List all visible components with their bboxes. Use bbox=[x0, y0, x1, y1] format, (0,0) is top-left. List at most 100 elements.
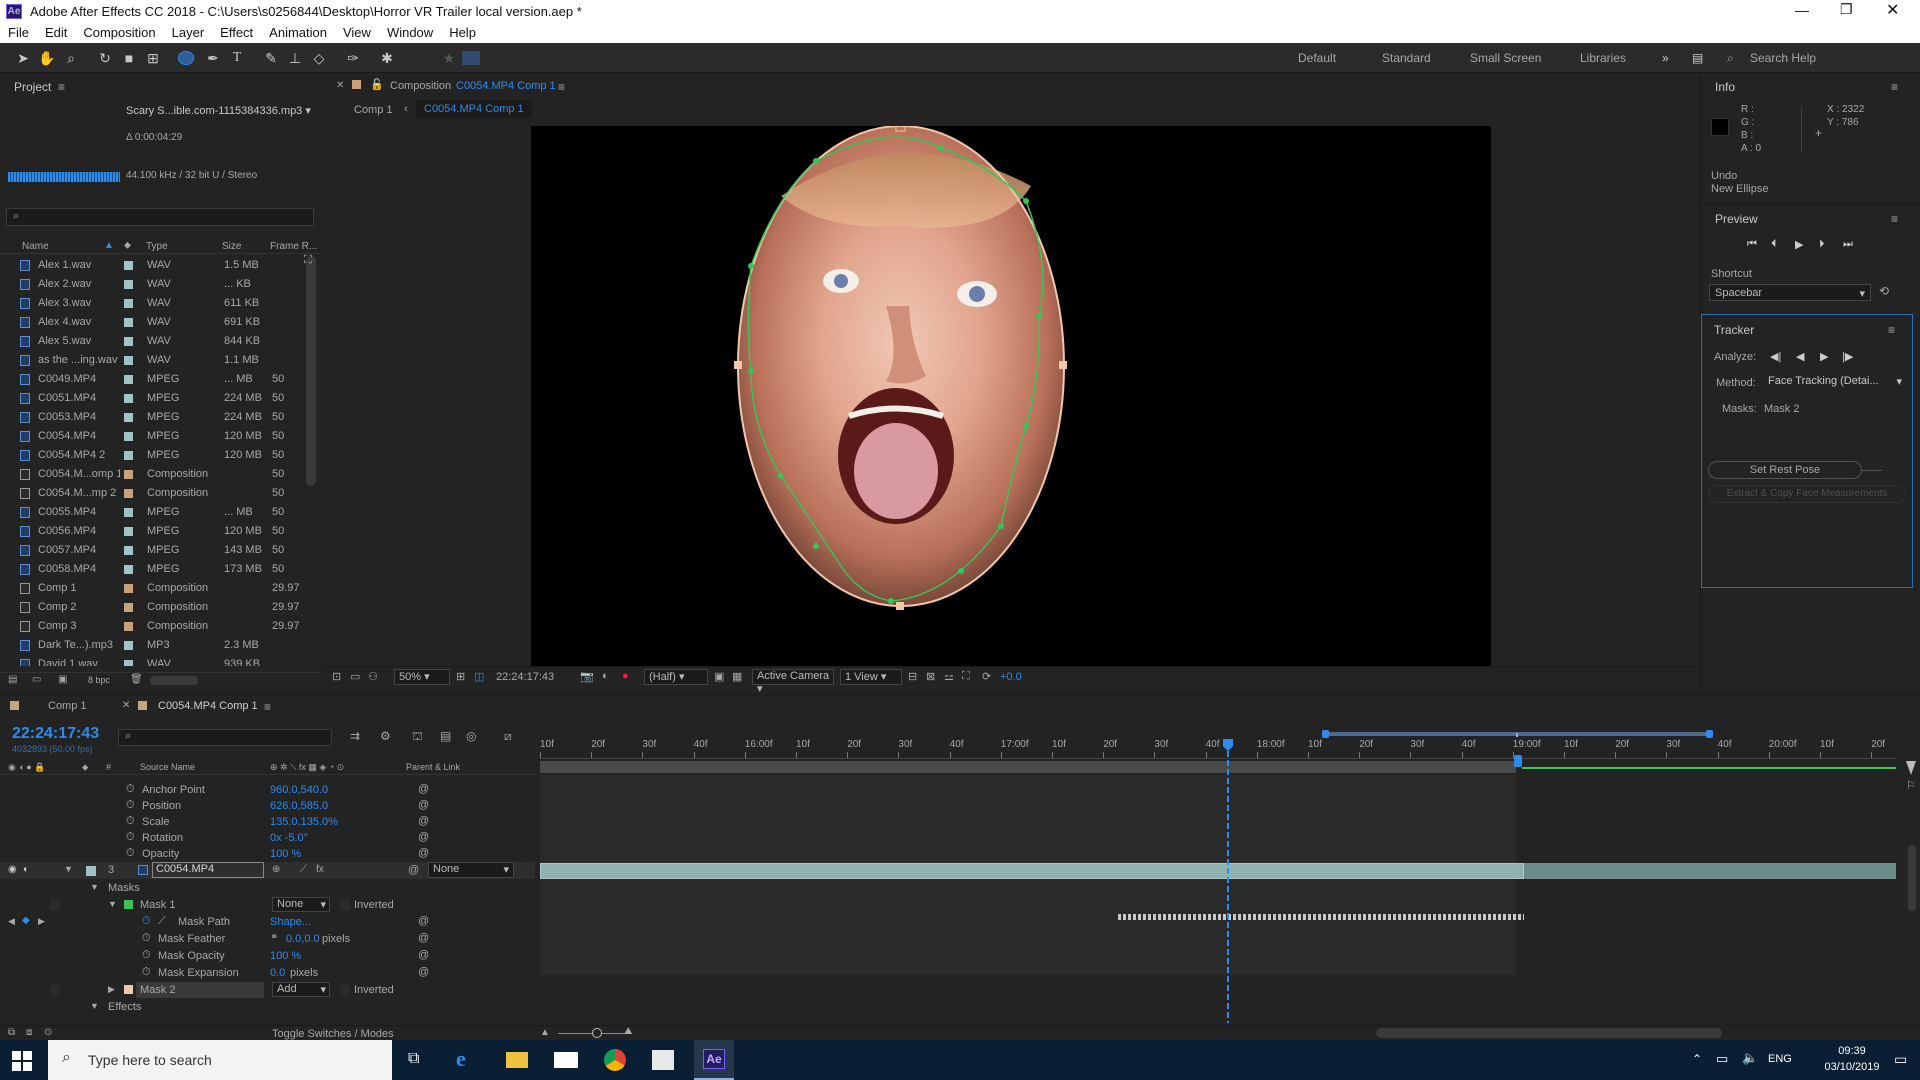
label-column-icon[interactable]: ⬥ bbox=[82, 762, 88, 773]
layer-twirl-icon[interactable]: ▼ bbox=[64, 864, 73, 874]
composition-viewer[interactable] bbox=[531, 121, 1491, 666]
new-composition-icon[interactable]: ▣ bbox=[58, 674, 67, 685]
stopwatch-icon[interactable]: ⏱ bbox=[126, 815, 135, 828]
region-of-interest-icon[interactable]: ▣ bbox=[714, 670, 724, 683]
timeline-timecode[interactable]: 22:24:17:43 bbox=[12, 725, 99, 743]
clock-date[interactable]: 03/10/2019 bbox=[1818, 1061, 1886, 1073]
shortcut-select[interactable]: Spacebar ▾ bbox=[1709, 284, 1871, 301]
mask-property-value[interactable]: 100 % bbox=[270, 950, 301, 962]
time-graph[interactable]: 10f 20f 30f 40f 16:00f 10f 20f 30f 40f 17:00f 10f 2… bbox=[540, 729, 1896, 1025]
quality-switch-icon[interactable]: ⟋ bbox=[300, 864, 307, 875]
project-item-label-color[interactable] bbox=[124, 375, 133, 384]
mask-2-mode-select[interactable]: Add ▾ bbox=[272, 982, 330, 997]
next-keyframe-icon[interactable]: ▶ bbox=[38, 916, 45, 927]
ellipse-tool-icon[interactable] bbox=[178, 51, 194, 65]
tab-c0054-comp-1[interactable]: C0054.MP4 Comp 1 bbox=[158, 700, 258, 712]
interpret-footage-icon[interactable]: ▤ bbox=[8, 674, 17, 685]
exposure-value[interactable]: +0.0 bbox=[1000, 671, 1022, 683]
workspace-overflow-icon[interactable]: » bbox=[1662, 51, 1669, 65]
project-item[interactable]: C0058.MP4 MPEG 173 MB 50 bbox=[0, 560, 310, 579]
menu-animation[interactable]: Animation bbox=[269, 25, 327, 40]
menu-file[interactable]: File bbox=[8, 25, 29, 40]
transform-property-row[interactable]: ⏱ Scale 135.0,135.0% @ bbox=[0, 814, 535, 831]
in-out-pane-icon[interactable]: ⊙ bbox=[44, 1027, 52, 1038]
channel-icon[interactable]: ● bbox=[622, 670, 629, 682]
magnification-select[interactable]: 50% ▾ bbox=[394, 669, 450, 685]
graph-editor-icon[interactable]: ⧄ bbox=[504, 729, 512, 744]
mask-property-row[interactable]: ⏱ Mask Feather ⚭ 0.0,0.0 pixels @ bbox=[0, 931, 535, 948]
project-selected-name[interactable]: Scary S...ible.com-1115384336.mp3 ▾ bbox=[126, 104, 311, 117]
project-item-label-color[interactable] bbox=[124, 546, 133, 555]
pick-whip-icon[interactable]: @ bbox=[418, 783, 429, 795]
stopwatch-icon[interactable]: ⏱ bbox=[126, 799, 135, 812]
last-frame-icon[interactable]: ⏭ bbox=[1843, 238, 1853, 251]
mask-1-twirl-icon[interactable]: ▼ bbox=[108, 899, 117, 909]
shy-layers-icon[interactable]: ⛫ bbox=[412, 729, 423, 745]
pick-whip-icon[interactable]: @ bbox=[418, 815, 429, 827]
zoom-tool-icon[interactable]: ⌕ bbox=[62, 49, 80, 67]
transform-property-row[interactable]: ⏱ Opacity 100 % @ bbox=[0, 846, 535, 863]
project-item-label-color[interactable] bbox=[124, 356, 133, 365]
chrome-icon[interactable] bbox=[604, 1049, 626, 1071]
project-item[interactable]: C0056.MP4 MPEG 120 MB 50 bbox=[0, 522, 310, 541]
safe-margins-icon[interactable]: ⊞ bbox=[456, 670, 465, 683]
breadcrumb-current[interactable]: C0054.MP4 Comp 1 bbox=[416, 100, 532, 118]
mask-2-row[interactable]: ▶ Mask 2 Add ▾ Inverted bbox=[0, 982, 535, 999]
delete-icon[interactable]: 🗑 bbox=[130, 674, 143, 685]
stopwatch-icon[interactable]: ⏱ bbox=[142, 932, 151, 945]
work-area-bar[interactable] bbox=[540, 729, 1896, 739]
transform-property-row[interactable]: ⏱ Position 626.0,585.0 @ bbox=[0, 798, 535, 815]
mask-1-name[interactable]: Mask 1 bbox=[140, 899, 175, 911]
snap-icon[interactable]: ★ bbox=[440, 49, 458, 67]
project-menu-icon[interactable]: ≡ bbox=[58, 80, 65, 94]
new-folder-icon[interactable]: ▭ bbox=[32, 674, 41, 685]
menu-window[interactable]: Window bbox=[387, 25, 433, 40]
pick-whip-icon[interactable]: @ bbox=[418, 847, 429, 859]
pick-whip-icon[interactable]: @ bbox=[408, 864, 419, 876]
maximize-icon[interactable]: ❐ bbox=[1840, 1, 1853, 18]
snapshot-icon[interactable]: 📷 bbox=[580, 670, 594, 683]
time-ruler[interactable]: 10f 20f 30f 40f 16:00f 10f 20f 30f 40f 17:00f 10f 2… bbox=[540, 739, 1896, 759]
camera-select[interactable]: Active Camera ▾ bbox=[752, 669, 834, 695]
project-item[interactable]: C0049.MP4 MPEG ... MB 50 bbox=[0, 370, 310, 389]
toggle-pixel-aspect-icon[interactable]: ⊟ bbox=[908, 670, 917, 683]
views-select[interactable]: 1 View ▾ bbox=[840, 669, 902, 685]
mask-property-row[interactable]: ⏱ Mask Expansion 0.0 pixels @ bbox=[0, 965, 535, 982]
project-item[interactable]: Alex 1.wav WAV 1.5 MB bbox=[0, 256, 310, 275]
parent-select[interactable]: None ▾ bbox=[428, 862, 514, 878]
pick-whip-icon[interactable]: @ bbox=[418, 932, 429, 944]
notifications-icon[interactable]: ▭ bbox=[1894, 1051, 1907, 1068]
property-value[interactable]: 626.0,585.0 bbox=[270, 800, 328, 812]
analyze-forward-one-icon[interactable]: |▶ bbox=[1842, 350, 1853, 363]
mask-2-inverted-checkbox[interactable] bbox=[340, 985, 350, 995]
workspace-standard[interactable]: Standard bbox=[1382, 51, 1431, 65]
workspace-libraries[interactable]: Libraries bbox=[1580, 51, 1626, 65]
resolution-select[interactable]: (Half) ▾ bbox=[644, 669, 708, 685]
column-frame-rate[interactable]: Frame R... bbox=[270, 241, 317, 252]
transform-property-row[interactable]: ⏱ Anchor Point 960.0,540.0 @ bbox=[0, 782, 535, 799]
effect-switch-icon[interactable]: fx bbox=[316, 864, 324, 875]
type-tool-icon[interactable]: T bbox=[228, 49, 246, 67]
vr-icon[interactable]: ▭ bbox=[350, 670, 360, 683]
layer-label-color[interactable] bbox=[86, 866, 96, 876]
property-value[interactable]: 100 % bbox=[270, 848, 301, 860]
mask-property-row[interactable]: ⏱ Mask Opacity 100 % @ bbox=[0, 948, 535, 965]
menu-view[interactable]: View bbox=[343, 25, 371, 40]
lock-box[interactable] bbox=[50, 985, 60, 995]
show-hidden-icons-icon[interactable]: ⌃ bbox=[1692, 1052, 1702, 1066]
draft-3d-icon[interactable]: ⚙ bbox=[380, 729, 391, 743]
source-name-column[interactable]: Source Name bbox=[140, 762, 195, 772]
label-column-icon[interactable]: ⬥ bbox=[124, 240, 131, 251]
tracker-menu-icon[interactable]: ≡ bbox=[1888, 323, 1895, 337]
project-item-label-color[interactable] bbox=[124, 622, 133, 631]
layer-duration-bar[interactable] bbox=[540, 863, 1524, 879]
clock-time[interactable]: 09:39 bbox=[1824, 1045, 1880, 1057]
project-item-label-color[interactable] bbox=[124, 261, 133, 270]
rotate-tool-icon[interactable]: ↻ bbox=[96, 49, 114, 67]
analyze-backward-icon[interactable]: ◀ bbox=[1796, 350, 1804, 363]
project-item[interactable]: C0054.M...omp 1 Composition 50 bbox=[0, 465, 310, 484]
project-item[interactable]: Alex 4.wav WAV 691 KB bbox=[0, 313, 310, 332]
project-scrollbar[interactable] bbox=[306, 256, 316, 486]
pan-behind-tool-icon[interactable]: ⊞ bbox=[144, 49, 162, 67]
info-menu-icon[interactable]: ≡ bbox=[1891, 80, 1898, 94]
